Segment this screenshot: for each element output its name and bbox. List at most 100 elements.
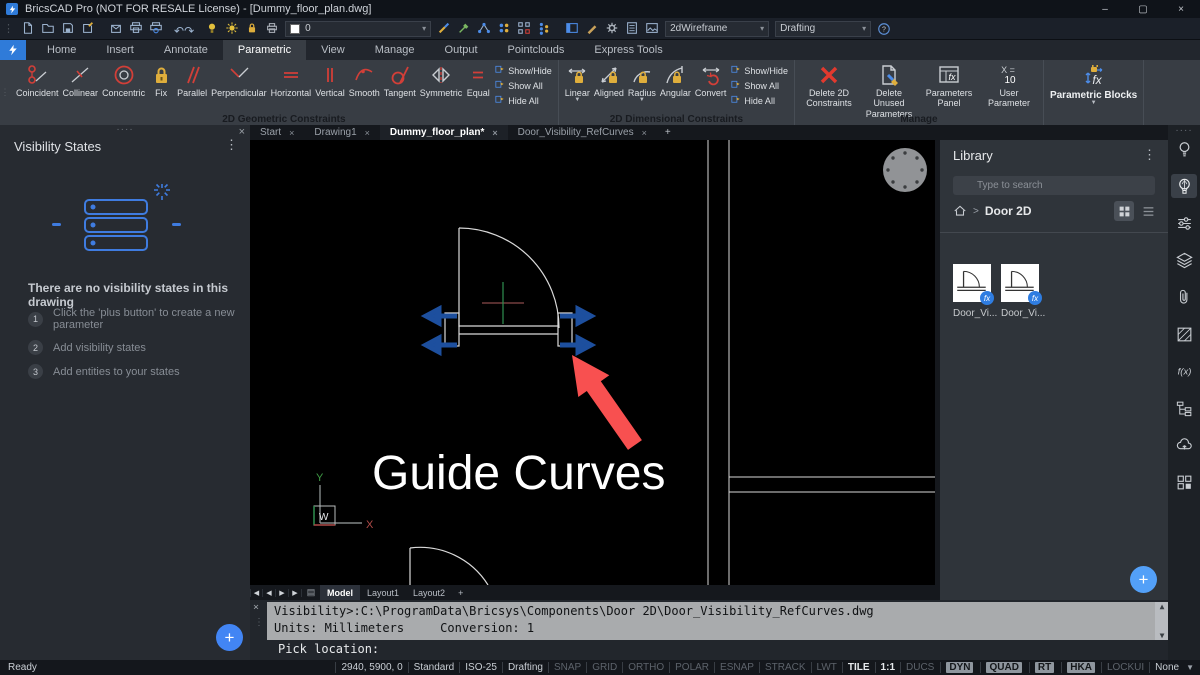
status-toggle-hka[interactable]: HKA	[1061, 662, 1100, 673]
status-toggle-esnap[interactable]: ESNAP	[714, 662, 759, 673]
status-toggle-iso-25[interactable]: ISO-25	[459, 662, 502, 673]
gear-icon[interactable]	[603, 20, 621, 36]
next-layout-icon[interactable]: ▶	[276, 589, 289, 597]
status-toggle-drafting[interactable]: Drafting	[502, 662, 548, 673]
status-toggle-lwt[interactable]: LWT	[811, 662, 842, 673]
status-toggle-rt[interactable]: RT	[1029, 662, 1059, 673]
redo-icon[interactable]: ↷	[184, 24, 194, 38]
tab-close-icon[interactable]: ×	[492, 128, 497, 138]
list-view-button[interactable]	[1138, 201, 1158, 221]
cloud-icon[interactable]	[1171, 433, 1197, 457]
layer-bulb-icon[interactable]	[203, 20, 221, 36]
application-button[interactable]	[0, 40, 26, 60]
layout-tab-model[interactable]: Model	[320, 585, 360, 600]
pencil-icon[interactable]	[583, 20, 601, 36]
ribbon-button-aligned[interactable]: Aligned	[592, 62, 626, 99]
hatch-icon[interactable]	[1171, 322, 1197, 346]
layout-tab-layout1[interactable]: Layout1	[360, 585, 406, 600]
layout-list-icon[interactable]: ▤	[304, 587, 318, 598]
ribbon-button-radius[interactable]: Radius▼	[626, 62, 658, 104]
chevron-down-icon[interactable]: ▼	[1184, 663, 1200, 672]
ribbon-button-equal[interactable]: Equal	[464, 62, 492, 99]
status-toggle-standard[interactable]: Standard	[408, 662, 460, 673]
document-tab-dummy-floor-plan-[interactable]: Dummy_floor_plan*×	[380, 125, 508, 140]
ribbon-tab-express-tools[interactable]: Express Tools	[579, 40, 677, 60]
ribbon-button-hide-all[interactable]: Hide All	[494, 94, 552, 107]
ribbon-button-hide-all[interactable]: Hide All	[730, 94, 788, 107]
save-as-icon[interactable]	[79, 20, 97, 36]
print-preview-icon[interactable]	[147, 20, 165, 36]
search-input[interactable]	[953, 176, 1155, 195]
ribbon-tab-manage[interactable]: Manage	[360, 40, 430, 60]
library-item[interactable]: fx Door_Vi...	[953, 264, 993, 319]
ribbon-button-tangent[interactable]: Tangent	[382, 62, 418, 99]
library-add-button[interactable]: +	[1130, 566, 1157, 593]
fx-icon[interactable]: f(x)	[1171, 359, 1197, 383]
ribbon-tab-output[interactable]: Output	[430, 40, 493, 60]
layer-lock-icon[interactable]	[243, 20, 261, 36]
rail-drag-handle[interactable]: ····	[1168, 125, 1200, 136]
kebab-menu-icon[interactable]: ⋮	[1143, 147, 1156, 163]
status-toggle-polar[interactable]: POLAR	[669, 662, 714, 673]
library-item[interactable]: fx Door_Vi...	[1001, 264, 1041, 319]
panel-close-icon[interactable]: ×	[239, 126, 245, 138]
ribbon-button-vertical[interactable]: Vertical	[313, 62, 347, 99]
tab-close-icon[interactable]: ×	[642, 128, 647, 138]
ribbon-button-horizontal[interactable]: Horizontal	[269, 62, 314, 99]
status-toggle-quad[interactable]: QUAD	[980, 662, 1026, 673]
layout-tab-layout2[interactable]: Layout2	[406, 585, 452, 600]
first-layout-icon[interactable]: ◀	[250, 589, 263, 597]
layer-print-icon[interactable]	[263, 20, 281, 36]
add-layout-button[interactable]: +	[452, 588, 469, 598]
tab-close-icon[interactable]: ×	[365, 128, 370, 138]
status-toggle-ortho[interactable]: ORTHO	[622, 662, 669, 673]
new-file-icon[interactable]	[19, 20, 37, 36]
help-icon[interactable]: ?	[875, 21, 893, 37]
status-toggle-lockui[interactable]: LOCKUI	[1101, 662, 1149, 673]
panel-drag-handle[interactable]: ····	[0, 124, 250, 135]
command-grip[interactable]: ⋮	[254, 617, 264, 628]
tab-close-icon[interactable]: ×	[289, 128, 294, 138]
status-toggle-grid[interactable]: GRID	[586, 662, 622, 673]
panel-icon[interactable]	[563, 20, 581, 36]
undo-icon[interactable]: ↶	[174, 24, 184, 38]
components-icon[interactable]	[1171, 470, 1197, 494]
sheet-icon[interactable]	[623, 20, 641, 36]
ribbon-button-fix[interactable]: Fix	[147, 62, 175, 99]
ribbon-grip[interactable]: ⋮	[0, 60, 10, 125]
layer-sun-icon[interactable]	[223, 20, 241, 36]
document-tab-drawing1[interactable]: Drawing1×	[304, 125, 380, 140]
layers-icon[interactable]	[1171, 248, 1197, 272]
scroll-up-icon[interactable]: ▲	[1160, 602, 1165, 611]
document-tab-door-visibility-refcurves[interactable]: Door_Visibility_RefCurves×	[508, 125, 657, 140]
maximize-button[interactable]: ▢	[1124, 4, 1162, 15]
layer-dropdown[interactable]: 0 ▾	[285, 21, 431, 37]
ribbon-tab-home[interactable]: Home	[32, 40, 91, 60]
ribbon-button-delete-unused-parameters[interactable]: Delete Unused Parameters	[859, 62, 919, 120]
grid-view-button[interactable]	[1114, 201, 1134, 221]
plot-icon[interactable]	[127, 20, 145, 36]
balloon-icon[interactable]	[1171, 174, 1197, 198]
open-icon[interactable]	[39, 20, 57, 36]
add-parameter-button[interactable]: +	[216, 624, 243, 651]
breadcrumb-current[interactable]: Door 2D	[985, 204, 1032, 218]
scroll-down-icon[interactable]: ▼	[1160, 631, 1165, 640]
ribbon-button-parameters-panel[interactable]: fx Parameters Panel	[919, 62, 979, 110]
eyedropper-icon[interactable]	[455, 20, 473, 36]
sliders-icon[interactable]	[1171, 211, 1197, 235]
ribbon-tab-pointclouds[interactable]: Pointclouds	[493, 40, 580, 60]
ribbon-button-user-parameter[interactable]: X =10 User Parameter	[979, 62, 1039, 110]
ribbon-button-angular[interactable]: Angular	[658, 62, 693, 99]
ribbon-button-show-all[interactable]: Show All	[730, 79, 788, 92]
structure-icon[interactable]	[1171, 396, 1197, 420]
workspace-dropdown[interactable]: Drafting ▾	[775, 21, 871, 37]
ribbon-button-coincident[interactable]: Coincident	[14, 62, 61, 99]
command-history[interactable]: Visibility>:C:\ProgramData\Bricsys\Compo…	[267, 602, 1155, 640]
bulb-icon[interactable]	[1171, 137, 1197, 161]
ribbon-button-delete-2d-constraints[interactable]: Delete 2D Constraints	[799, 62, 859, 110]
ribbon-button-collinear[interactable]: Collinear	[61, 62, 101, 99]
toolbar-grip[interactable]: ⋮	[3, 22, 14, 35]
match-props-icon[interactable]	[495, 20, 513, 36]
status-toggle-1-1[interactable]: 1:1	[875, 662, 900, 673]
paint-icon[interactable]	[435, 20, 453, 36]
